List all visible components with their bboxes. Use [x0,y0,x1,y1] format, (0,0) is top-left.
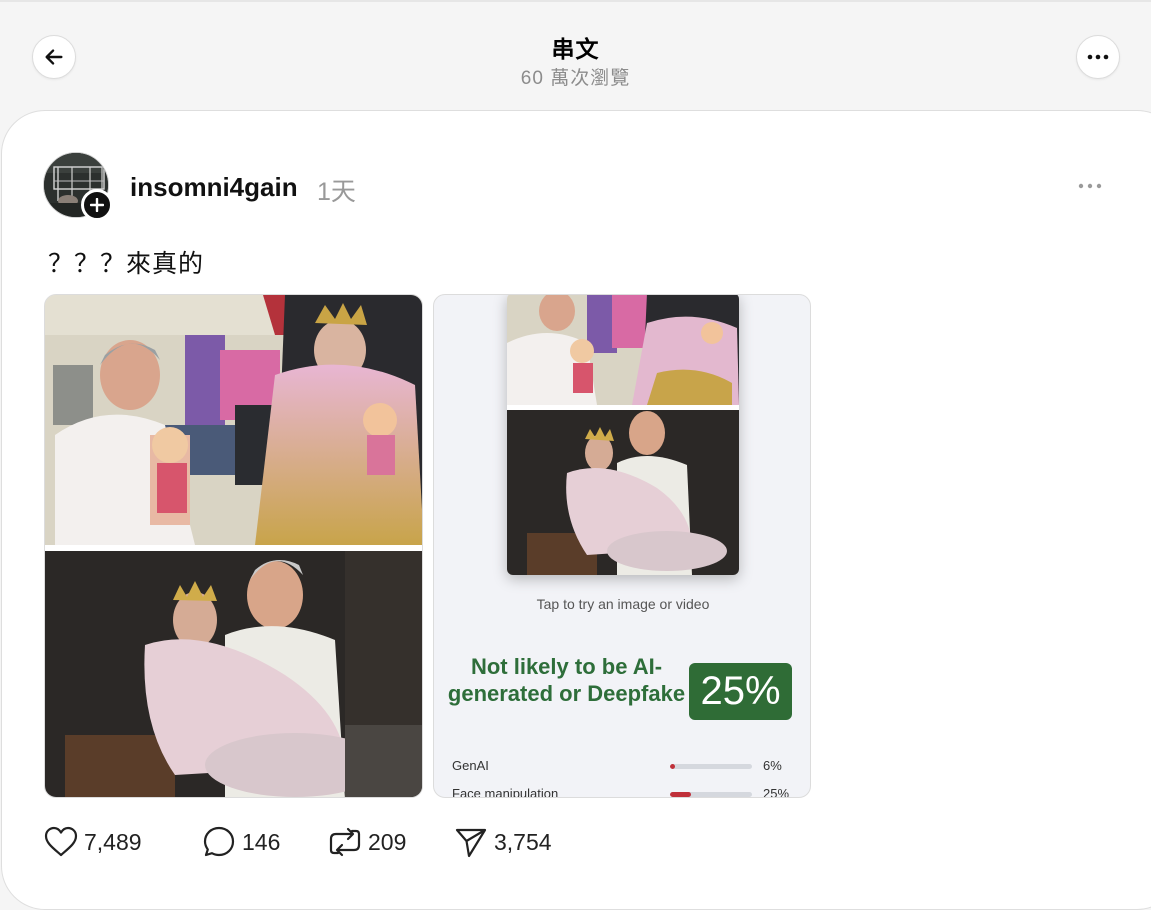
post-image-1[interactable] [44,294,423,798]
detector-row: Face manipulation 25% [452,786,797,798]
heart-icon [44,826,78,857]
photo-collage-image [45,295,422,797]
view-count: 60 萬次瀏覽 [520,68,631,89]
post-action-bar: 7,489 146 209 3,754 [44,824,644,860]
detector-row-percent: 6% [763,758,782,773]
post-timestamp: 1天 [317,178,356,206]
author-username[interactable]: insomni4gain [130,172,298,203]
detector-row-bar [670,764,752,769]
detector-row-label: Face manipulation [452,786,559,798]
share-button[interactable]: 3,754 [454,824,552,860]
detector-verdict: Not likely to be AI-generated or Deepfak… [447,654,686,706]
header-more-button[interactable] [1076,35,1120,79]
detector-row-fill [670,792,691,797]
detector-row: GenAI 6% [452,758,797,776]
detector-row-percent: 25% [763,786,790,798]
tap-hint-text: Tap to try an image or video [536,596,710,612]
repost-count: 209 [368,828,407,855]
detector-score-badge: 25% [689,663,792,720]
follow-button[interactable] [81,189,113,221]
repost-button[interactable]: 209 [328,824,406,860]
post-image-2[interactable]: Tap to try an image or video Not likely … [433,294,811,798]
repost-icon [329,827,361,857]
detector-preview-image [507,295,739,575]
more-horizontal-icon [1087,54,1109,60]
more-horizontal-icon [1078,183,1102,189]
send-icon [455,828,487,858]
post-more-button[interactable] [1072,172,1108,200]
page-title: 串文 [551,36,600,62]
detector-row-label: GenAI [452,758,489,773]
like-button[interactable]: 7,489 [44,824,142,860]
share-count: 3,754 [494,828,552,855]
comment-button[interactable]: 146 [202,824,280,860]
detector-row-fill [670,764,675,769]
plus-icon [90,198,104,212]
like-count: 7,489 [84,828,142,855]
comment-count: 146 [242,828,281,855]
author-avatar-group[interactable] [43,152,113,221]
comment-bubble-icon [203,826,235,857]
detector-row-bar [670,792,752,797]
post-caption: ？？？來真的 [48,250,205,278]
thread-header: 串文 60 萬次瀏覽 [0,2,1151,110]
